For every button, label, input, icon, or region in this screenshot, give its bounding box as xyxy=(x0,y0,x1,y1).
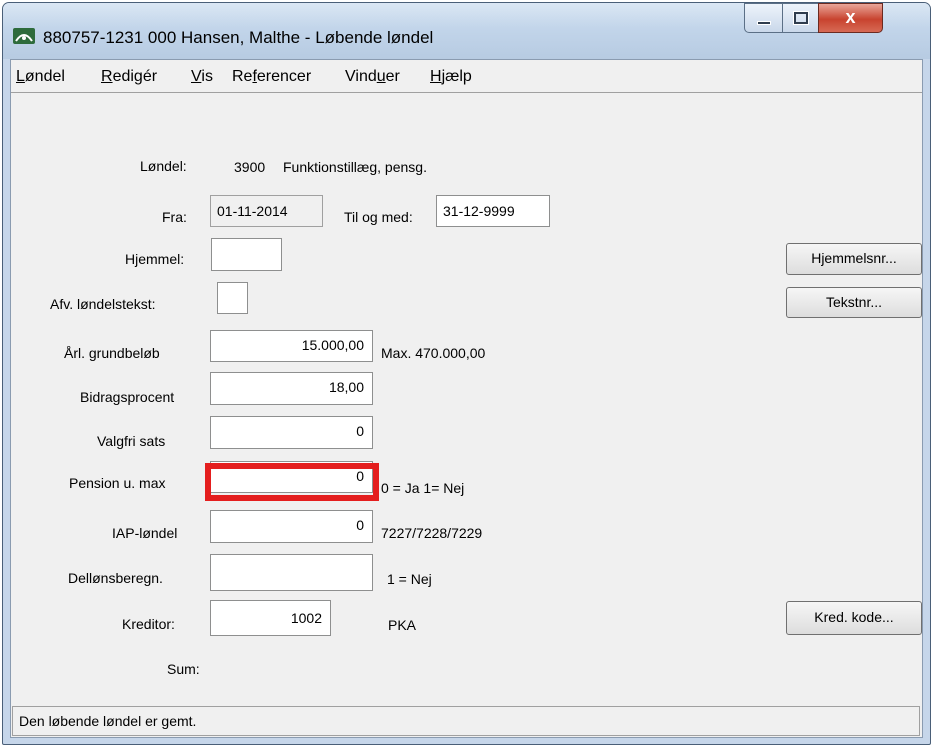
app-icon xyxy=(13,28,35,44)
valgfri-sats-field[interactable]: 0 xyxy=(210,416,373,449)
til-label: Til og med: xyxy=(344,209,413,225)
iap-loendel-label: IAP-løndel xyxy=(112,525,178,541)
maximize-button[interactable] xyxy=(782,3,819,33)
application-window: 880757-1231 000 Hansen, Malthe - Løbende… xyxy=(2,2,931,745)
kred-kode-button[interactable]: Kred. kode... xyxy=(786,601,922,635)
iap-loendel-hint: 7227/7228/7229 xyxy=(381,525,483,541)
menu-loendel[interactable]: Løndel xyxy=(16,68,65,86)
fra-label: Fra: xyxy=(162,209,187,225)
iap-loendel-field[interactable]: 0 xyxy=(210,510,373,543)
hjemmelsnr-button[interactable]: Hjemmelsnr... xyxy=(786,243,922,275)
grundbeloeb-hint: Max. 470.000,00 xyxy=(381,345,486,361)
close-button[interactable]: x xyxy=(818,3,883,33)
fra-field: 01-11-2014 xyxy=(210,195,323,227)
kreditor-label: Kreditor: xyxy=(122,616,175,632)
dellonsberegn-hint: 1 = Nej xyxy=(387,571,432,587)
loendel-code: 3900 xyxy=(234,159,266,175)
menu-rediger[interactable]: Redigér xyxy=(101,68,157,86)
dellonsberegn-label: Dellønsberegn. xyxy=(68,570,163,586)
status-text: Den løbende løndel er gemt. xyxy=(19,713,197,729)
menu-bar: Løndel Redigér Vis Referencer Vinduer Hj… xyxy=(11,60,922,93)
minimize-icon xyxy=(757,21,771,25)
dellonsberegn-field[interactable] xyxy=(210,554,373,591)
bidragsprocent-label: Bidragsprocent xyxy=(80,389,175,405)
kreditor-name: PKA xyxy=(388,617,417,633)
client-area: Løndel Redigér Vis Referencer Vinduer Hj… xyxy=(10,59,923,738)
menu-referencer[interactable]: Referencer xyxy=(232,68,311,86)
tekstnr-button[interactable]: Tekstnr... xyxy=(786,287,922,318)
menu-vinduer[interactable]: Vinduer xyxy=(345,68,400,86)
afv-loendelstekst-label: Afv. løndelstekst: xyxy=(50,296,156,312)
grundbeloeb-field[interactable]: 15.000,00 xyxy=(210,330,373,362)
window-title: 880757-1231 000 Hansen, Malthe - Løbende… xyxy=(43,28,434,47)
pension-u-max-hint: 0 = Ja 1= Nej xyxy=(381,480,465,496)
sum-label: Sum: xyxy=(167,661,200,677)
loendel-name: Funktionstillæg, pensg. xyxy=(283,159,427,175)
afv-loendelstekst-field[interactable] xyxy=(217,282,248,314)
close-icon: x xyxy=(845,7,856,27)
bidragsprocent-field[interactable]: 18,00 xyxy=(210,372,373,405)
kreditor-field[interactable]: 1002 xyxy=(210,600,331,636)
title-bar[interactable]: 880757-1231 000 Hansen, Malthe - Løbende… xyxy=(3,3,930,59)
menu-vis[interactable]: Vis xyxy=(191,68,213,86)
til-og-med-field[interactable]: 31-12-9999 xyxy=(436,195,550,227)
hjemmel-label: Hjemmel: xyxy=(125,251,185,267)
loendel-label: Løndel: xyxy=(140,158,187,174)
highlight-box xyxy=(205,463,379,501)
valgfri-sats-label: Valgfri sats xyxy=(97,433,166,449)
maximize-icon xyxy=(793,11,809,25)
grundbeloeb-label: Årl. grundbeløb xyxy=(64,345,160,361)
hjemmel-field[interactable] xyxy=(211,238,282,271)
status-bar: Den løbende løndel er gemt. xyxy=(12,706,920,736)
minimize-button[interactable] xyxy=(744,3,783,33)
menu-hjaelp[interactable]: Hjælp xyxy=(430,68,472,86)
pension-u-max-label: Pension u. max xyxy=(69,475,166,491)
